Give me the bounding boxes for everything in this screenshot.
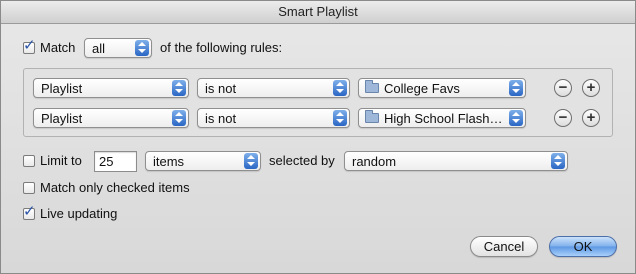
rule-2-remove-button[interactable]: − <box>554 109 572 127</box>
rule-2-field-value: Playlist <box>41 111 83 126</box>
rule-1-operator-value: is not <box>205 81 237 96</box>
match-suffix-label: of the following rules: <box>160 40 283 55</box>
limit-unit-popup[interactable]: items <box>145 151 261 171</box>
rule-1-field-popup[interactable]: Playlist <box>33 78 189 98</box>
popup-arrows-icon <box>172 110 186 126</box>
rule-1-field-value: Playlist <box>41 81 83 96</box>
rule-1-value: College Favs <box>384 81 460 96</box>
limit-unit-value: items <box>153 154 185 169</box>
rule-2-add-button[interactable]: + <box>582 109 600 127</box>
popup-arrows-icon <box>551 153 565 169</box>
folder-icon <box>365 110 379 123</box>
match-only-checked-checkbox[interactable] <box>23 182 35 194</box>
rule-2-value-popup[interactable]: High School Flash… <box>358 108 526 128</box>
match-checkbox[interactable]: ✓ <box>23 38 36 54</box>
rule-1-value-popup[interactable]: College Favs <box>358 78 526 98</box>
popup-arrows-icon <box>172 80 186 96</box>
limit-checkbox[interactable] <box>23 155 35 167</box>
rule-1-remove-button[interactable]: − <box>554 79 572 97</box>
match-mode-value: all <box>92 41 106 56</box>
smart-playlist-dialog: Smart Playlist ✓ Match all of the follow… <box>0 0 636 274</box>
ok-button[interactable]: OK <box>549 236 617 257</box>
popup-arrows-icon <box>244 153 258 169</box>
popup-arrows-icon <box>333 80 347 96</box>
window-title: Smart Playlist <box>1 1 635 24</box>
limit-amount-field[interactable]: 25 <box>94 151 137 172</box>
limit-label: Limit to <box>40 153 82 168</box>
rules-box: Playlist is not College Favs − + Playlis… <box>23 68 613 137</box>
checkmark-icon: ✓ <box>23 203 36 220</box>
folder-icon <box>365 80 379 93</box>
popup-arrows-icon <box>333 110 347 126</box>
selected-by-label: selected by <box>269 153 335 168</box>
rule-1-add-button[interactable]: + <box>582 79 600 97</box>
rule-2-operator-value: is not <box>205 111 237 126</box>
popup-arrows-icon <box>509 110 523 126</box>
match-label: Match <box>40 40 76 55</box>
limit-amount-value: 25 <box>99 154 114 169</box>
checkmark-icon: ✓ <box>23 37 36 54</box>
match-only-checked-label: Match only checked items <box>40 180 190 195</box>
selected-by-popup[interactable]: random <box>344 151 568 171</box>
popup-arrows-icon <box>135 40 149 56</box>
rule-2-field-popup[interactable]: Playlist <box>33 108 189 128</box>
selected-by-value: random <box>352 154 397 169</box>
popup-arrows-icon <box>509 80 523 96</box>
live-updating-checkbox[interactable]: ✓ <box>23 204 36 220</box>
rule-1-operator-popup[interactable]: is not <box>197 78 350 98</box>
live-updating-label: Live updating <box>40 206 118 221</box>
match-mode-popup[interactable]: all <box>84 38 152 58</box>
cancel-button[interactable]: Cancel <box>470 236 538 257</box>
rule-2-operator-popup[interactable]: is not <box>197 108 350 128</box>
rule-2-value: High School Flash… <box>384 111 503 126</box>
